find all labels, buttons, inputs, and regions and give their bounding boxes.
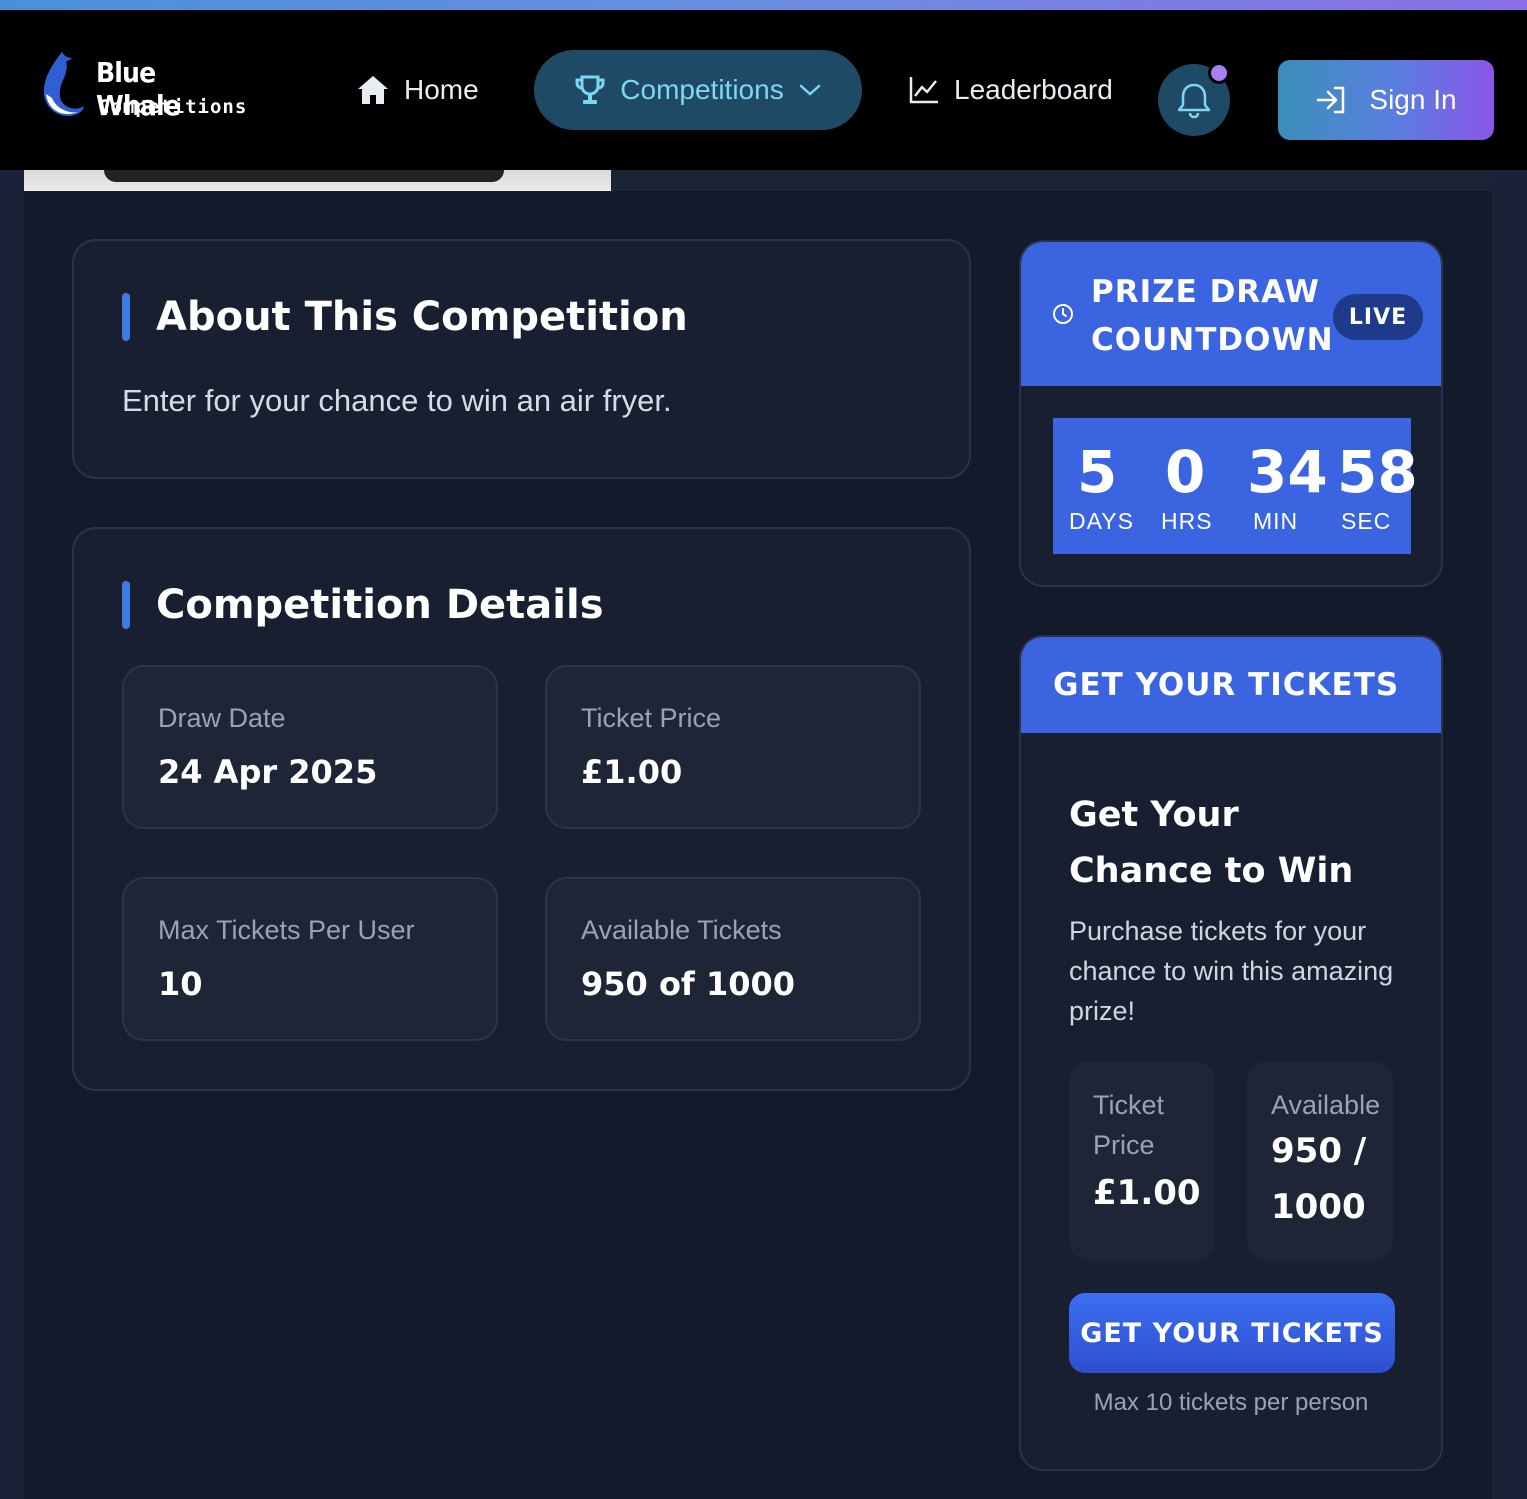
countdown-title-line1: PRIZE DRAW (1091, 274, 1320, 310)
prize-image (24, 170, 611, 191)
top-gradient-bar (0, 0, 1527, 10)
timer-minutes-value: 34 (1247, 438, 1328, 506)
sign-in-button[interactable]: Sign In (1278, 60, 1494, 140)
notification-dot (1208, 62, 1230, 84)
timer-days-label: DAYS (1069, 508, 1134, 534)
ticket-price-box: Ticket Price £1.00 (1069, 1061, 1215, 1261)
get-tickets-button[interactable]: GET YOUR TICKETS (1069, 1293, 1395, 1373)
tickets-header: GET YOUR TICKETS (1021, 637, 1441, 733)
tickets-card: GET YOUR TICKETS Get Your Chance to Win … (1019, 635, 1443, 1471)
nav-competitions-label: Competitions (620, 74, 784, 105)
about-card: About This Competition Enter for your ch… (72, 239, 971, 479)
prize-image-edge (611, 170, 1492, 191)
detail-value: 24 Apr 2025 (158, 753, 378, 791)
details-title: Competition Details (122, 581, 604, 629)
about-title-text: About This Competition (156, 294, 688, 340)
countdown-header: PRIZE DRAW COUNTDOWN LIVE (1021, 242, 1441, 386)
trophy-icon (575, 75, 605, 104)
detail-label: Available Tickets (581, 915, 782, 945)
sign-in-label: Sign In (1369, 84, 1457, 115)
about-description: Enter for your chance to win an air frye… (122, 383, 672, 418)
title-accent-bar (122, 293, 130, 341)
ticket-price-label: Ticket Price (1093, 1085, 1164, 1165)
timer-minutes-label: MIN (1253, 508, 1299, 534)
ticket-price-label-line1: Ticket (1093, 1090, 1165, 1120)
brand-tagline: Competitions (98, 96, 248, 118)
sign-in-icon (1317, 86, 1345, 114)
nav-leaderboard[interactable]: Leaderboard (908, 50, 1113, 130)
countdown-timer: 5 DAYS 0 HRS 34 MIN 58 SEC (1053, 418, 1418, 554)
available-value-line1: 950 / (1271, 1131, 1367, 1171)
nav-leaderboard-label: Leaderboard (954, 74, 1113, 105)
details-card: Competition Details Draw Date 24 Apr 202… (72, 527, 971, 1091)
ticket-price-label-line2: Price (1093, 1130, 1155, 1160)
available-label: Available (1271, 1090, 1381, 1120)
available-value-line2: 1000 (1271, 1187, 1366, 1227)
countdown-title: PRIZE DRAW COUNTDOWN (1091, 268, 1334, 364)
timer-days-value: 5 (1077, 438, 1118, 506)
tickets-header-text: GET YOUR TICKETS (1053, 667, 1400, 703)
home-icon (358, 76, 388, 104)
chance-title: Get Your Chance to Win (1069, 795, 1354, 891)
ticket-price-value: £1.00 (1093, 1173, 1201, 1213)
max-tickets-note: Max 10 tickets per person (1093, 1389, 1369, 1416)
available-box: Available 950 / 1000 (1247, 1061, 1393, 1261)
whale-logo-icon (43, 52, 84, 116)
detail-ticket-price: Ticket Price £1.00 (545, 665, 921, 829)
detail-max-tickets: Max Tickets Per User 10 (122, 877, 498, 1041)
timer-seconds-label: SEC (1341, 508, 1392, 534)
detail-value: £1.00 (581, 753, 683, 791)
available-value: 950 / 1000 (1271, 1123, 1366, 1235)
title-accent-bar (122, 581, 130, 629)
detail-value: 950 of 1000 (581, 965, 796, 1003)
countdown-card: PRIZE DRAW COUNTDOWN LIVE 5 DAYS 0 HRS 3… (1019, 240, 1443, 587)
clock-icon (1053, 304, 1073, 324)
chance-description: Purchase tickets for your chance to win … (1069, 916, 1394, 1026)
nav-competitions[interactable]: Competitions (534, 50, 862, 130)
nav-home[interactable]: Home (356, 50, 479, 130)
detail-draw-date: Draw Date 24 Apr 2025 (122, 665, 498, 829)
timer-seconds-value: 58 (1337, 438, 1418, 506)
timer-hours-label: HRS (1161, 508, 1213, 534)
countdown-title-line2: COUNTDOWN (1091, 322, 1334, 358)
chart-line-icon (909, 77, 938, 104)
chevron-down-icon (799, 84, 820, 96)
live-badge: LIVE (1333, 294, 1423, 340)
detail-label: Max Tickets Per User (158, 915, 415, 945)
details-title-text: Competition Details (156, 582, 604, 628)
detail-label: Ticket Price (581, 703, 722, 733)
nav-home-label: Home (404, 74, 479, 105)
detail-label: Draw Date (158, 703, 286, 733)
about-title: About This Competition (122, 293, 688, 341)
navbar: Blue Whale Competitions Home Competition… (0, 10, 1527, 170)
bell-icon (1177, 83, 1211, 119)
detail-available-tickets: Available Tickets 950 of 1000 (545, 877, 921, 1041)
timer-hours-value: 0 (1165, 438, 1206, 506)
detail-value: 10 (158, 965, 203, 1003)
brand-logo[interactable]: Blue Whale Competitions (38, 50, 246, 130)
notifications-button[interactable] (1158, 62, 1230, 136)
